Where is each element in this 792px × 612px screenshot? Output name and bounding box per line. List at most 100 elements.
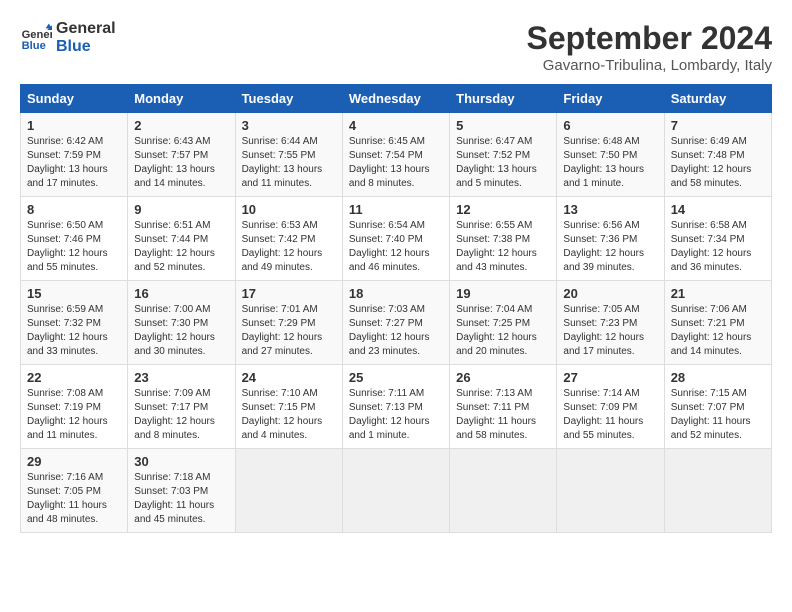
day-number: 16	[134, 286, 228, 301]
weekday-header-wednesday: Wednesday	[342, 85, 449, 113]
calendar-cell: 25 Sunrise: 7:11 AM Sunset: 7:13 PM Dayl…	[342, 365, 449, 449]
day-info: Sunrise: 6:58 AM Sunset: 7:34 PM Dayligh…	[671, 219, 765, 275]
calendar-cell	[557, 449, 664, 533]
calendar-cell: 8 Sunrise: 6:50 AM Sunset: 7:46 PM Dayli…	[21, 197, 128, 281]
weekday-header-row: SundayMondayTuesdayWednesdayThursdayFrid…	[21, 85, 772, 113]
calendar-cell	[235, 449, 342, 533]
day-info: Sunrise: 6:55 AM Sunset: 7:38 PM Dayligh…	[456, 219, 550, 275]
day-info: Sunrise: 7:06 AM Sunset: 7:21 PM Dayligh…	[671, 303, 765, 359]
calendar-cell: 1 Sunrise: 6:42 AM Sunset: 7:59 PM Dayli…	[21, 113, 128, 197]
day-info: Sunrise: 7:14 AM Sunset: 7:09 PM Dayligh…	[563, 387, 657, 443]
calendar-cell: 12 Sunrise: 6:55 AM Sunset: 7:38 PM Dayl…	[450, 197, 557, 281]
day-info: Sunrise: 6:45 AM Sunset: 7:54 PM Dayligh…	[349, 135, 443, 191]
month-title: September 2024	[527, 20, 772, 57]
calendar-cell: 4 Sunrise: 6:45 AM Sunset: 7:54 PM Dayli…	[342, 113, 449, 197]
day-number: 4	[349, 118, 443, 133]
calendar-cell: 6 Sunrise: 6:48 AM Sunset: 7:50 PM Dayli…	[557, 113, 664, 197]
calendar-cell: 28 Sunrise: 7:15 AM Sunset: 7:07 PM Dayl…	[664, 365, 771, 449]
day-info: Sunrise: 6:59 AM Sunset: 7:32 PM Dayligh…	[27, 303, 121, 359]
day-info: Sunrise: 7:16 AM Sunset: 7:05 PM Dayligh…	[27, 471, 121, 527]
logo-general: General	[56, 20, 116, 38]
day-info: Sunrise: 7:10 AM Sunset: 7:15 PM Dayligh…	[242, 387, 336, 443]
calendar-cell: 7 Sunrise: 6:49 AM Sunset: 7:48 PM Dayli…	[664, 113, 771, 197]
day-number: 29	[27, 454, 121, 469]
day-info: Sunrise: 7:08 AM Sunset: 7:19 PM Dayligh…	[27, 387, 121, 443]
day-number: 28	[671, 370, 765, 385]
weekday-header-thursday: Thursday	[450, 85, 557, 113]
day-number: 30	[134, 454, 228, 469]
day-number: 2	[134, 118, 228, 133]
calendar-cell: 11 Sunrise: 6:54 AM Sunset: 7:40 PM Dayl…	[342, 197, 449, 281]
week-row-1: 1 Sunrise: 6:42 AM Sunset: 7:59 PM Dayli…	[21, 113, 772, 197]
calendar-cell: 3 Sunrise: 6:44 AM Sunset: 7:55 PM Dayli…	[235, 113, 342, 197]
day-info: Sunrise: 7:15 AM Sunset: 7:07 PM Dayligh…	[671, 387, 765, 443]
weekday-header-sunday: Sunday	[21, 85, 128, 113]
day-number: 20	[563, 286, 657, 301]
logo: General Blue General Blue	[20, 20, 116, 55]
week-row-3: 15 Sunrise: 6:59 AM Sunset: 7:32 PM Dayl…	[21, 281, 772, 365]
day-number: 10	[242, 202, 336, 217]
day-number: 9	[134, 202, 228, 217]
calendar-cell: 13 Sunrise: 6:56 AM Sunset: 7:36 PM Dayl…	[557, 197, 664, 281]
weekday-header-tuesday: Tuesday	[235, 85, 342, 113]
logo-blue: Blue	[56, 38, 116, 56]
day-number: 17	[242, 286, 336, 301]
calendar-cell: 22 Sunrise: 7:08 AM Sunset: 7:19 PM Dayl…	[21, 365, 128, 449]
day-info: Sunrise: 7:04 AM Sunset: 7:25 PM Dayligh…	[456, 303, 550, 359]
calendar-cell	[450, 449, 557, 533]
calendar-cell: 5 Sunrise: 6:47 AM Sunset: 7:52 PM Dayli…	[450, 113, 557, 197]
day-number: 23	[134, 370, 228, 385]
calendar-cell	[664, 449, 771, 533]
calendar-cell: 15 Sunrise: 6:59 AM Sunset: 7:32 PM Dayl…	[21, 281, 128, 365]
day-number: 6	[563, 118, 657, 133]
day-info: Sunrise: 6:51 AM Sunset: 7:44 PM Dayligh…	[134, 219, 228, 275]
calendar-cell: 17 Sunrise: 7:01 AM Sunset: 7:29 PM Dayl…	[235, 281, 342, 365]
day-number: 27	[563, 370, 657, 385]
day-info: Sunrise: 7:13 AM Sunset: 7:11 PM Dayligh…	[456, 387, 550, 443]
svg-text:Blue: Blue	[22, 40, 46, 52]
calendar-cell: 29 Sunrise: 7:16 AM Sunset: 7:05 PM Dayl…	[21, 449, 128, 533]
day-number: 11	[349, 202, 443, 217]
day-info: Sunrise: 7:18 AM Sunset: 7:03 PM Dayligh…	[134, 471, 228, 527]
logo-icon: General Blue	[20, 22, 52, 54]
week-row-2: 8 Sunrise: 6:50 AM Sunset: 7:46 PM Dayli…	[21, 197, 772, 281]
day-info: Sunrise: 7:00 AM Sunset: 7:30 PM Dayligh…	[134, 303, 228, 359]
day-info: Sunrise: 7:09 AM Sunset: 7:17 PM Dayligh…	[134, 387, 228, 443]
day-number: 1	[27, 118, 121, 133]
day-info: Sunrise: 6:47 AM Sunset: 7:52 PM Dayligh…	[456, 135, 550, 191]
calendar-cell: 27 Sunrise: 7:14 AM Sunset: 7:09 PM Dayl…	[557, 365, 664, 449]
day-info: Sunrise: 7:05 AM Sunset: 7:23 PM Dayligh…	[563, 303, 657, 359]
day-info: Sunrise: 6:56 AM Sunset: 7:36 PM Dayligh…	[563, 219, 657, 275]
calendar-cell: 21 Sunrise: 7:06 AM Sunset: 7:21 PM Dayl…	[664, 281, 771, 365]
calendar-cell: 24 Sunrise: 7:10 AM Sunset: 7:15 PM Dayl…	[235, 365, 342, 449]
day-number: 25	[349, 370, 443, 385]
calendar-cell: 14 Sunrise: 6:58 AM Sunset: 7:34 PM Dayl…	[664, 197, 771, 281]
calendar-cell: 30 Sunrise: 7:18 AM Sunset: 7:03 PM Dayl…	[128, 449, 235, 533]
calendar-cell: 20 Sunrise: 7:05 AM Sunset: 7:23 PM Dayl…	[557, 281, 664, 365]
calendar-cell: 23 Sunrise: 7:09 AM Sunset: 7:17 PM Dayl…	[128, 365, 235, 449]
day-number: 12	[456, 202, 550, 217]
day-number: 15	[27, 286, 121, 301]
week-row-4: 22 Sunrise: 7:08 AM Sunset: 7:19 PM Dayl…	[21, 365, 772, 449]
day-info: Sunrise: 7:11 AM Sunset: 7:13 PM Dayligh…	[349, 387, 443, 443]
day-number: 8	[27, 202, 121, 217]
day-number: 3	[242, 118, 336, 133]
day-info: Sunrise: 6:54 AM Sunset: 7:40 PM Dayligh…	[349, 219, 443, 275]
day-number: 13	[563, 202, 657, 217]
day-number: 14	[671, 202, 765, 217]
day-number: 5	[456, 118, 550, 133]
day-info: Sunrise: 6:43 AM Sunset: 7:57 PM Dayligh…	[134, 135, 228, 191]
weekday-header-friday: Friday	[557, 85, 664, 113]
svg-text:General: General	[22, 29, 52, 41]
calendar-cell: 18 Sunrise: 7:03 AM Sunset: 7:27 PM Dayl…	[342, 281, 449, 365]
day-info: Sunrise: 7:01 AM Sunset: 7:29 PM Dayligh…	[242, 303, 336, 359]
location: Gavarno-Tribulina, Lombardy, Italy	[527, 57, 772, 74]
day-number: 24	[242, 370, 336, 385]
day-info: Sunrise: 6:49 AM Sunset: 7:48 PM Dayligh…	[671, 135, 765, 191]
day-number: 19	[456, 286, 550, 301]
day-info: Sunrise: 6:42 AM Sunset: 7:59 PM Dayligh…	[27, 135, 121, 191]
day-info: Sunrise: 6:53 AM Sunset: 7:42 PM Dayligh…	[242, 219, 336, 275]
calendar-cell	[342, 449, 449, 533]
day-number: 22	[27, 370, 121, 385]
calendar-cell: 19 Sunrise: 7:04 AM Sunset: 7:25 PM Dayl…	[450, 281, 557, 365]
